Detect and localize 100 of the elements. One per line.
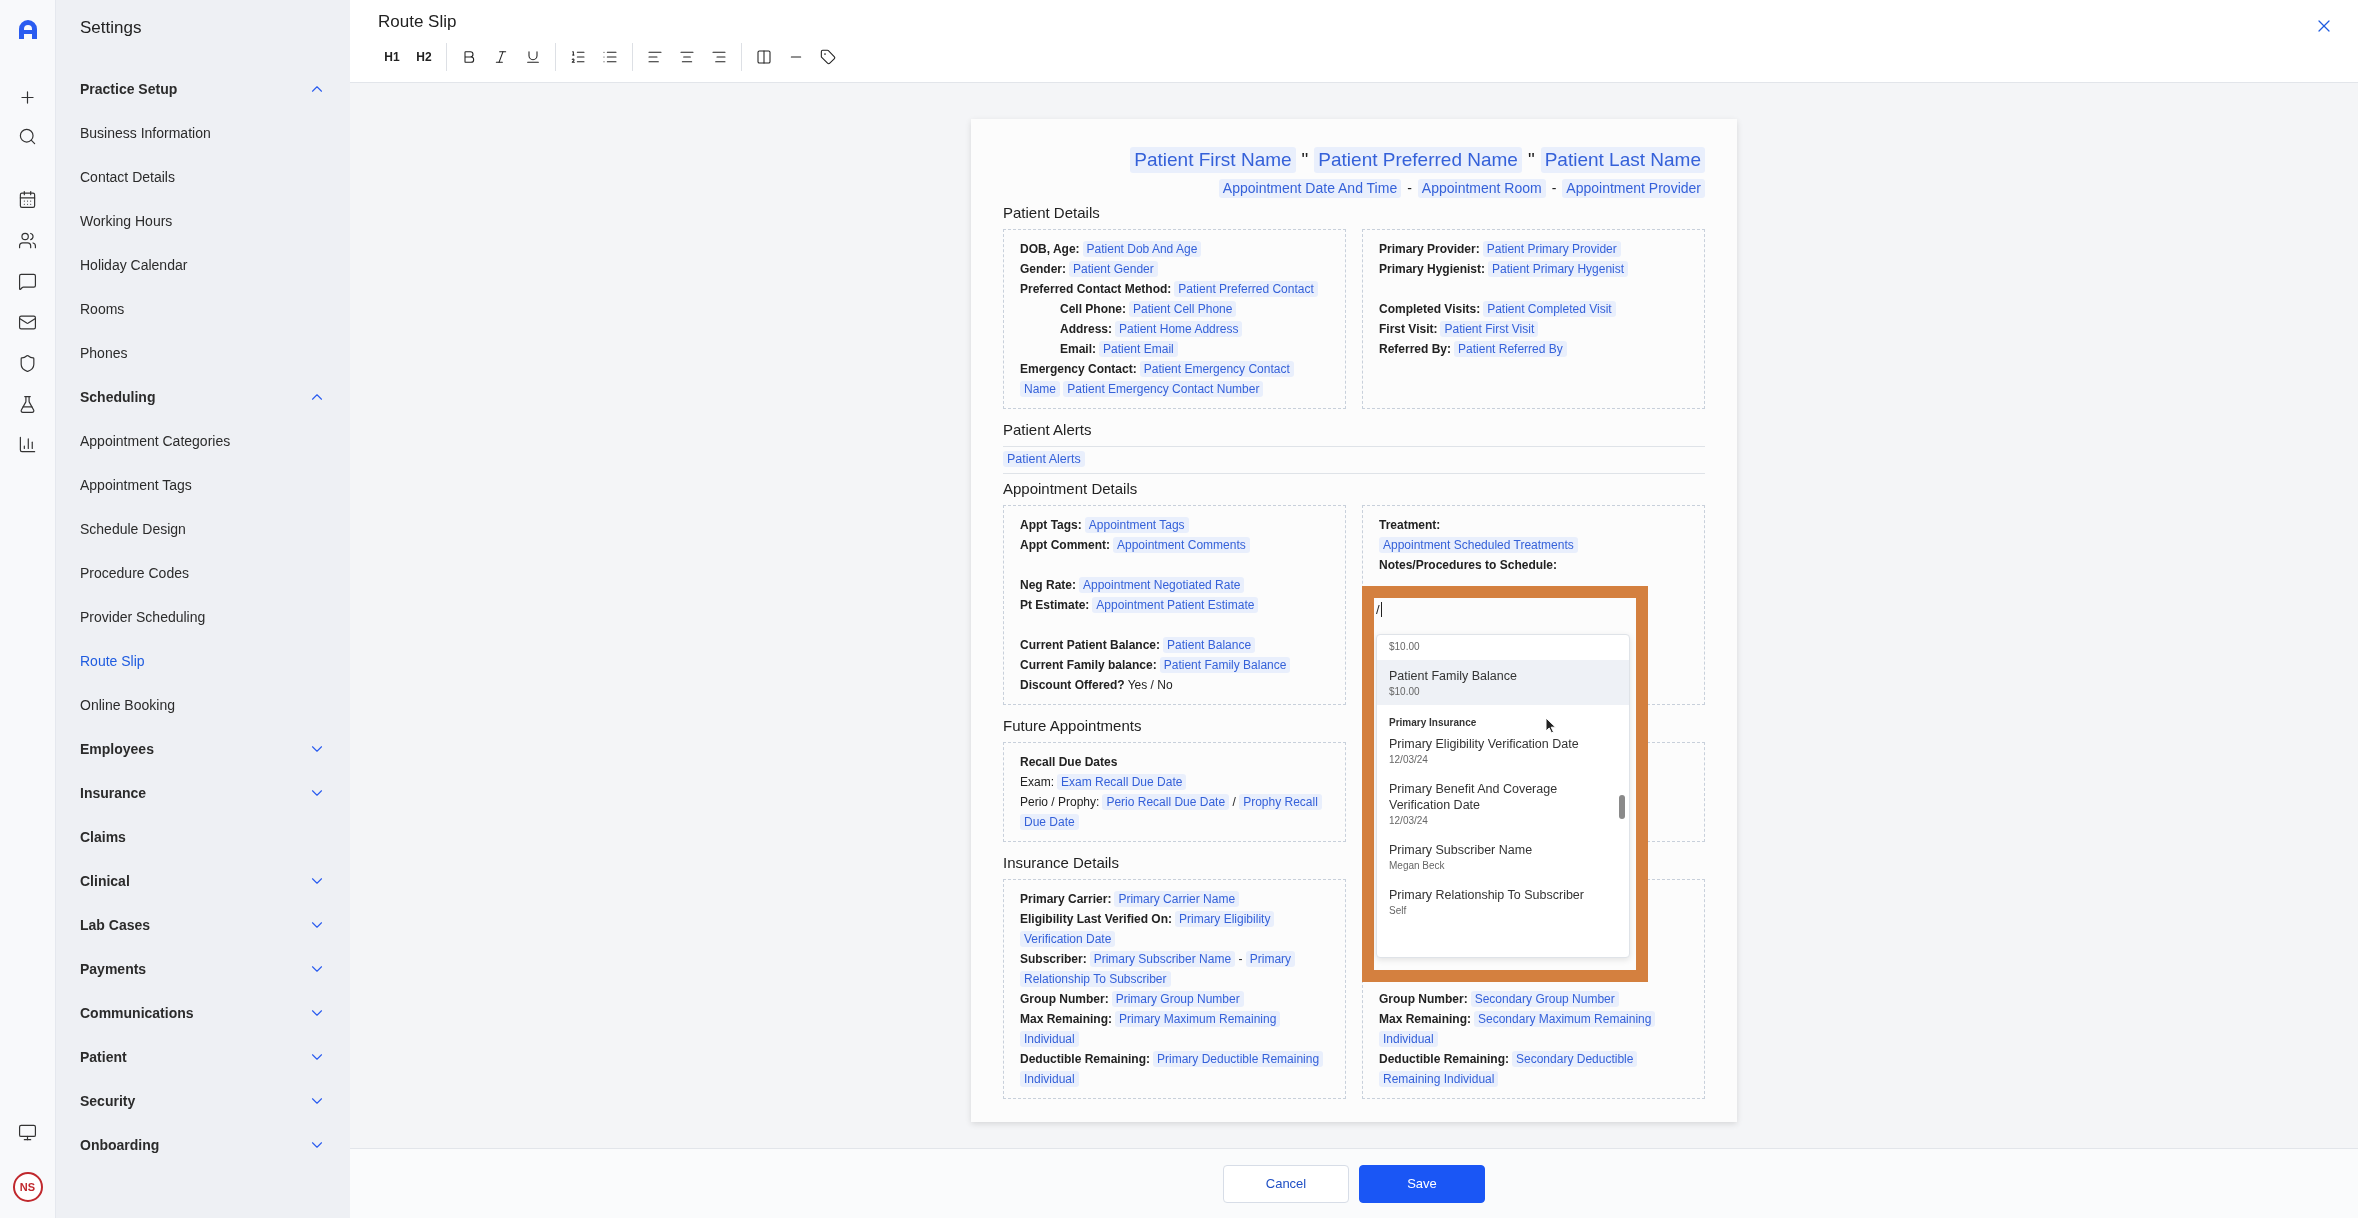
add-icon[interactable] [18,88,37,107]
sidebar-group[interactable]: Onboarding [56,1123,350,1167]
search-icon[interactable] [18,127,37,146]
cancel-button[interactable]: Cancel [1223,1164,1349,1203]
placeholder-tag: Prophy Recall [1239,793,1322,810]
scrollbar-thumb[interactable] [1619,794,1625,819]
placeholder-tag: Individual [1379,1030,1438,1047]
placeholder-tag: Patient Gender [1069,260,1158,277]
placeholder-tag: Individual [1020,1030,1079,1047]
sidebar-group[interactable]: Employees [56,727,350,771]
field-label: Address: [1060,321,1112,336]
logo-icon [16,18,39,40]
placeholder-tag: Patient Balance [1163,636,1256,653]
placeholder-tag: Patient Cell Phone [1129,300,1237,317]
sidebar-item[interactable]: Working Hours [56,199,350,243]
field-label: Appt Comment: [1020,537,1110,552]
field-label: Email: [1060,341,1096,356]
placeholder-tag: Patient Last Name [1540,147,1705,173]
sidebar-item[interactable]: Phones [56,331,350,375]
menu-option[interactable]: Primary Relationship To Subscriber Self [1377,878,1629,924]
menu-option[interactable]: Patient Family Balance $10.00 [1377,659,1629,705]
sidebar-item[interactable]: Appointment Categories [56,419,350,463]
sidebar-item[interactable]: Contact Details [56,155,350,199]
sidebar-item[interactable]: Route Slip [56,639,350,683]
menu-group-label: Primary Insurance [1389,716,1477,728]
heading-button[interactable]: H1 [378,43,406,71]
placeholder-tag: Primary Maximum Remaining [1115,1010,1281,1027]
placeholder-tag: Verification Date [1020,930,1116,947]
placeholder-tag: Patient Alerts [1003,450,1085,468]
field-label: Discount Offered? [1020,677,1125,692]
placeholder-tag: Perio Recall Due Date [1102,793,1230,810]
save-button[interactable]: Save [1359,1164,1485,1203]
sidebar-item[interactable]: Online Booking [56,683,350,727]
placeholder-tag: Secondary Deductible [1512,1050,1638,1067]
sidebar-group[interactable]: Claims [56,815,350,859]
editor-input[interactable]: / [1374,597,1636,634]
placeholder-tag: Appointment Date And Time [1218,178,1402,198]
shield-icon[interactable] [18,354,37,373]
field-label: First Visit: [1379,321,1438,336]
plain-text: - [1551,180,1557,197]
placeholder-tag: Due Date [1020,813,1079,830]
sidebar-item[interactable]: Business Information [56,111,350,155]
menu-option[interactable]: Primary Subscriber Name Megan Beck [1377,833,1629,879]
placeholder-tag: Appointment Comments [1113,536,1250,553]
sidebar-item[interactable]: Provider Scheduling [56,595,350,639]
field-label: Eligibility Last Verified On: [1020,911,1173,926]
sidebar-group[interactable]: Clinical [56,859,350,903]
placeholder-tag: Primary [1245,950,1296,967]
sidebar-item[interactable]: Appointment Tags [56,463,350,507]
user-avatar[interactable]: NS [12,1172,43,1202]
field-label: DOB, Age: [1020,241,1080,256]
field-label: Exam: [1020,774,1054,789]
placeholder-tag: Patient Family Balance [1159,656,1291,673]
field-label: Neg Rate: [1020,577,1076,592]
plain-text: - [1407,180,1412,197]
placeholder-tag: Appointment Tags [1084,516,1189,533]
placeholder-tag: Exam Recall Due Date [1057,773,1187,790]
field-label: Cell Phone: [1060,301,1126,316]
placeholder-tag: Primary Subscriber Name [1089,950,1236,967]
sidebar-group[interactable]: Security [56,1079,350,1123]
monitor-icon[interactable] [18,1123,37,1142]
sidebar-group[interactable]: Communications [56,991,350,1035]
field-label: Subscriber: [1020,951,1087,966]
plain-text: " [1301,148,1309,171]
menu-option[interactable]: $10.00 [1377,634,1629,660]
placeholder-tag: Primary Carrier Name [1114,890,1240,907]
sidebar-item[interactable]: Schedule Design [56,507,350,551]
sidebar-group[interactable]: Insurance [56,771,350,815]
field-label: Deductible Remaining: [1379,1051,1509,1066]
sidebar-item[interactable]: Holiday Calendar [56,243,350,287]
field-label: Current Patient Balance: [1020,637,1161,652]
bar-chart-icon[interactable] [18,435,37,454]
placeholder-tag: Primary Group Number [1111,990,1244,1007]
sidebar-group[interactable]: Patient [56,1035,350,1079]
calendar-icon[interactable] [18,190,37,209]
menu-option[interactable]: Primary Benefit And Coverage Verification Date 12/03/24 [1377,772,1629,834]
placeholder-tag: Appointment Provider [1562,178,1705,198]
placeholder-tag: Appointment Negotiated Rate [1079,576,1245,593]
sidebar-group[interactable]: Practice Setup [56,67,350,111]
field-label: Deductible Remaining: [1020,1051,1150,1066]
field-label: Primary Carrier: [1020,891,1112,906]
field-label: Group Number: [1020,991,1109,1006]
plain-text: Yes / No [1127,677,1173,692]
sidebar-group[interactable]: Lab Cases [56,903,350,947]
section-heading: Future Appointments [1003,716,1142,734]
sidebar-item[interactable]: Rooms [56,287,350,331]
menu-option[interactable]: Primary Eligibility Verification Date 12/03/24 [1377,727,1629,773]
placeholder-tag: Primary Deductible Remaining [1153,1050,1324,1067]
plain-text: " [1527,148,1535,171]
placeholder-tag: Relationship To Subscriber [1020,970,1171,987]
sidebar-item[interactable]: Procedure Codes [56,551,350,595]
people-icon[interactable] [18,231,37,250]
field-label: Referred By: [1379,341,1452,356]
sidebar-group[interactable]: Payments [56,947,350,991]
mail-icon[interactable] [18,313,37,332]
sidebar-group[interactable]: Scheduling [56,375,350,419]
page-title: Route Slip [378,12,457,32]
chat-icon[interactable] [18,272,37,291]
flask-icon[interactable] [18,395,37,414]
heading-button[interactable]: H2 [410,43,438,71]
